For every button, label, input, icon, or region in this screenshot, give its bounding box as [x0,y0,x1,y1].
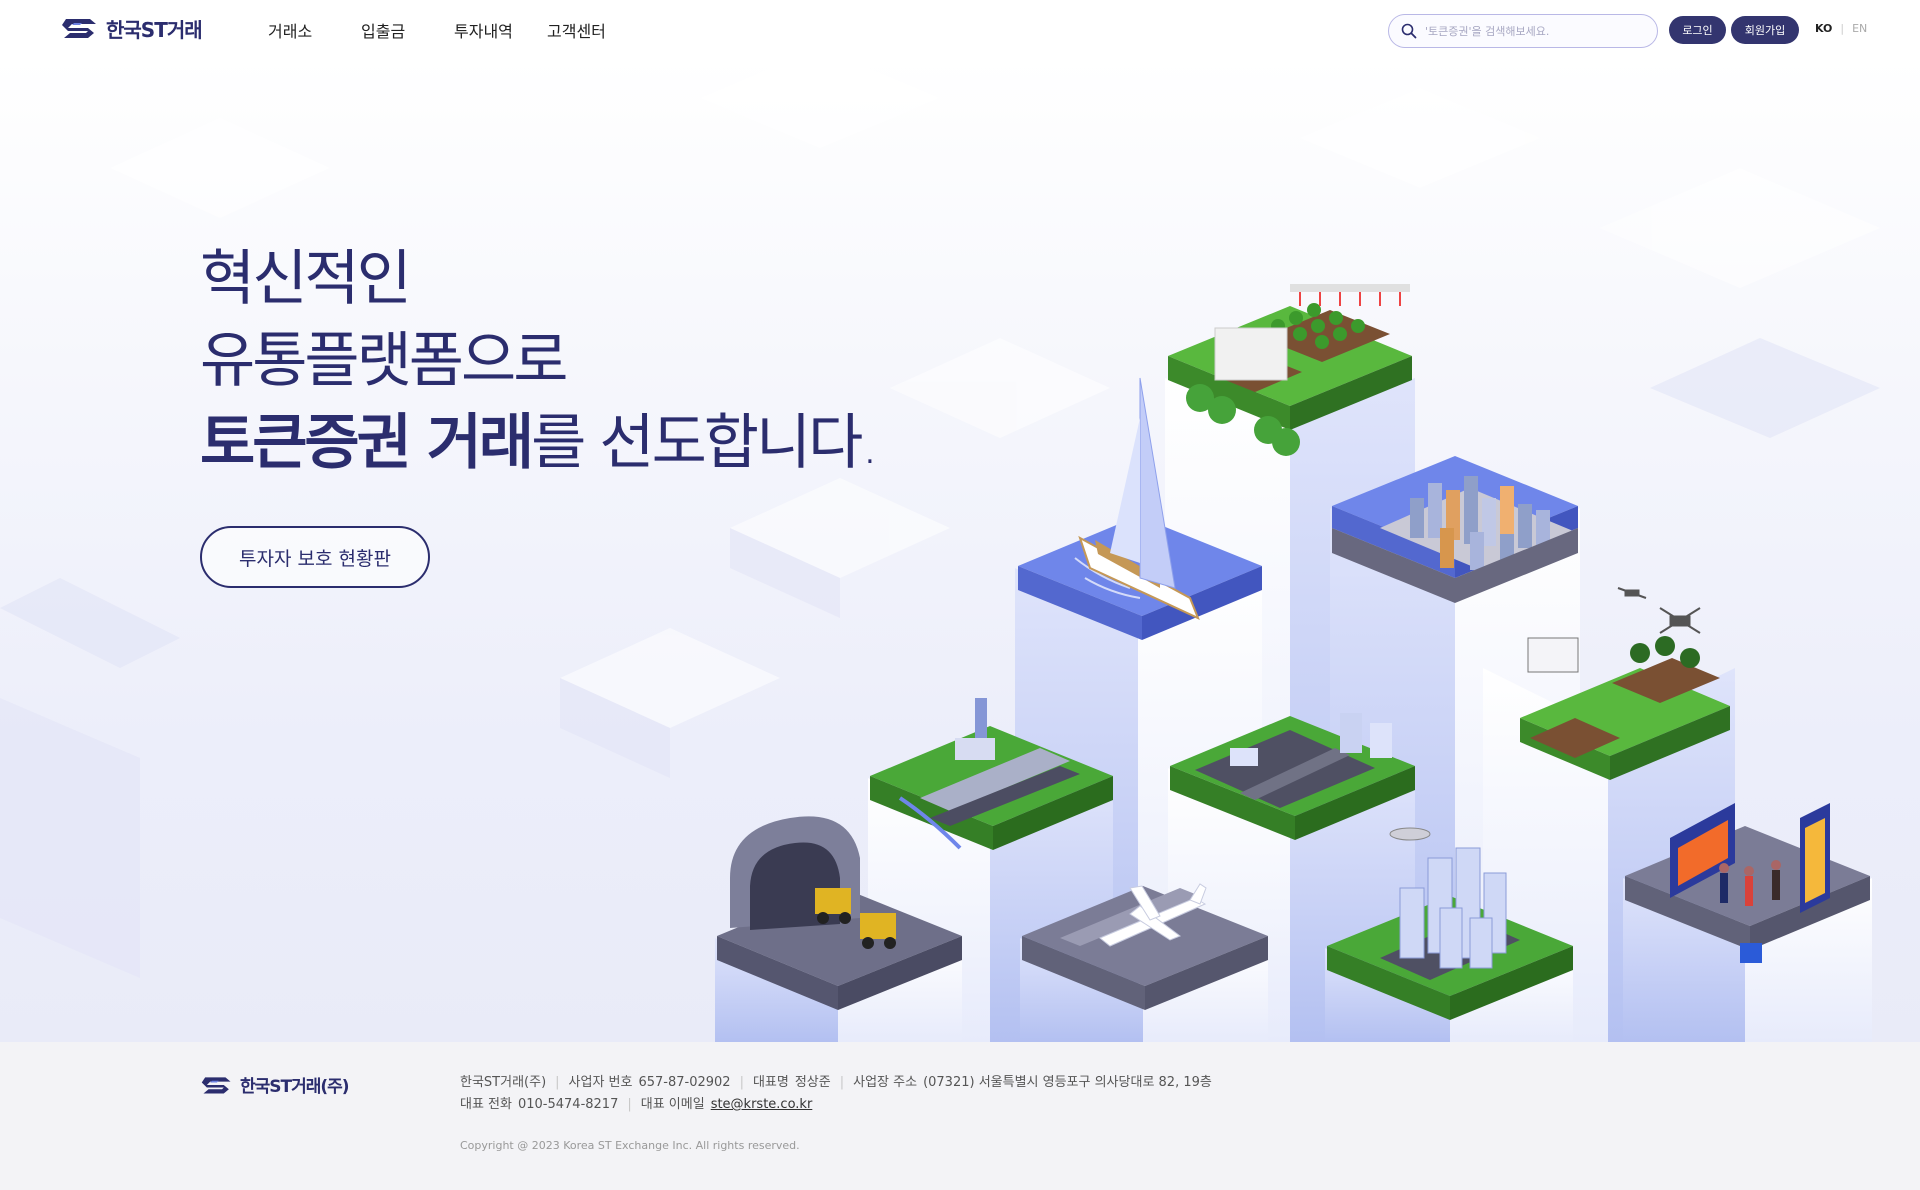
footer: 한국ST거래(주) 한국ST거래(주) | 사업자 번호 657-87-0290… [0,1042,1920,1190]
nav-investment-history[interactable]: 투자내역 [454,18,547,42]
company-info-row-1: 한국ST거래(주) | 사업자 번호 657-87-02902 | 대표명 정상… [460,1072,1212,1094]
language-switcher: KO | EN [1815,22,1867,35]
company-info: 한국ST거래(주) | 사업자 번호 657-87-02902 | 대표명 정상… [460,1072,1212,1116]
search-icon [1401,23,1417,39]
footer-logo: 한국ST거래(주) [200,1072,350,1097]
logo-mark-icon [62,19,96,38]
drones [1617,587,1701,634]
address-value: (07321) 서울특별시 영등포구 의사당대로 82, 19층 [923,1075,1212,1090]
login-button[interactable]: 로그인 [1669,16,1726,44]
logo-mark-icon [201,1076,231,1093]
logo[interactable]: 한국ST거래 [60,14,203,42]
ceo-value: 정상준 [794,1075,831,1090]
headline-line-3: 토큰증권 거래를 선도합니다. [200,402,879,484]
company-name: 한국ST거래(주) [460,1075,547,1090]
divider: | [739,1075,744,1090]
company-info-row-2: 대표 전화 010-5474-8217 | 대표 이메일 ste@krste.c… [460,1094,1212,1116]
investor-protection-button[interactable]: 투자자 보호 현황판 [200,526,430,588]
search-box[interactable] [1388,14,1658,48]
ceo-label: 대표명 [752,1075,789,1090]
copyright: Copyright @ 2023 Korea ST Exchange Inc. … [460,1139,800,1152]
divider: | [627,1097,632,1112]
lang-en[interactable]: EN [1852,22,1867,35]
footer-logo-text: 한국ST거래(주) [240,1077,350,1097]
signup-button[interactable]: 회원가입 [1731,16,1799,44]
headline-line-3-rest: 를 선도합니다. [531,408,879,478]
header: 한국ST거래 거래소 입출금 투자내역 고객센터 로그인 회원가입 KO | E… [0,0,1920,58]
lang-separator: | [1840,22,1845,35]
email-label: 대표 이메일 [640,1097,705,1112]
address-label: 사업장 주소 [853,1075,918,1090]
phone-label: 대표 전화 [460,1097,512,1112]
logo-text: 한국ST거래 [106,17,203,42]
hero: 혁신적인 유통플랫폼으로 토큰증권 거래를 선도합니다. 투자자 보호 현황판 [0,58,1920,1042]
phone-value: 010-5474-8217 [517,1097,619,1112]
divider: | [839,1075,845,1090]
headline-emphasis: 토큰증권 거래 [200,408,534,478]
nav-customer-center[interactable]: 고객센터 [547,18,640,42]
main-nav: 거래소 입출금 투자내역 고객센터 [268,18,640,42]
lang-ko[interactable]: KO [1815,22,1832,35]
headline-line-2: 유통플랫폼으로 [200,326,568,396]
email-link[interactable]: ste@krste.co.kr [711,1094,813,1116]
hero-headline: 혁신적인 유통플랫폼으로 토큰증권 거래를 선도합니다. [200,238,879,484]
divider: | [555,1075,560,1090]
search-input[interactable] [1425,24,1645,38]
nav-exchange[interactable]: 거래소 [268,18,361,42]
nav-deposit-withdraw[interactable]: 입출금 [361,18,454,42]
headline-line-1: 혁신적인 [200,244,412,314]
biz-no-label: 사업자 번호 [568,1075,633,1090]
biz-no-value: 657-87-02902 [638,1075,731,1090]
